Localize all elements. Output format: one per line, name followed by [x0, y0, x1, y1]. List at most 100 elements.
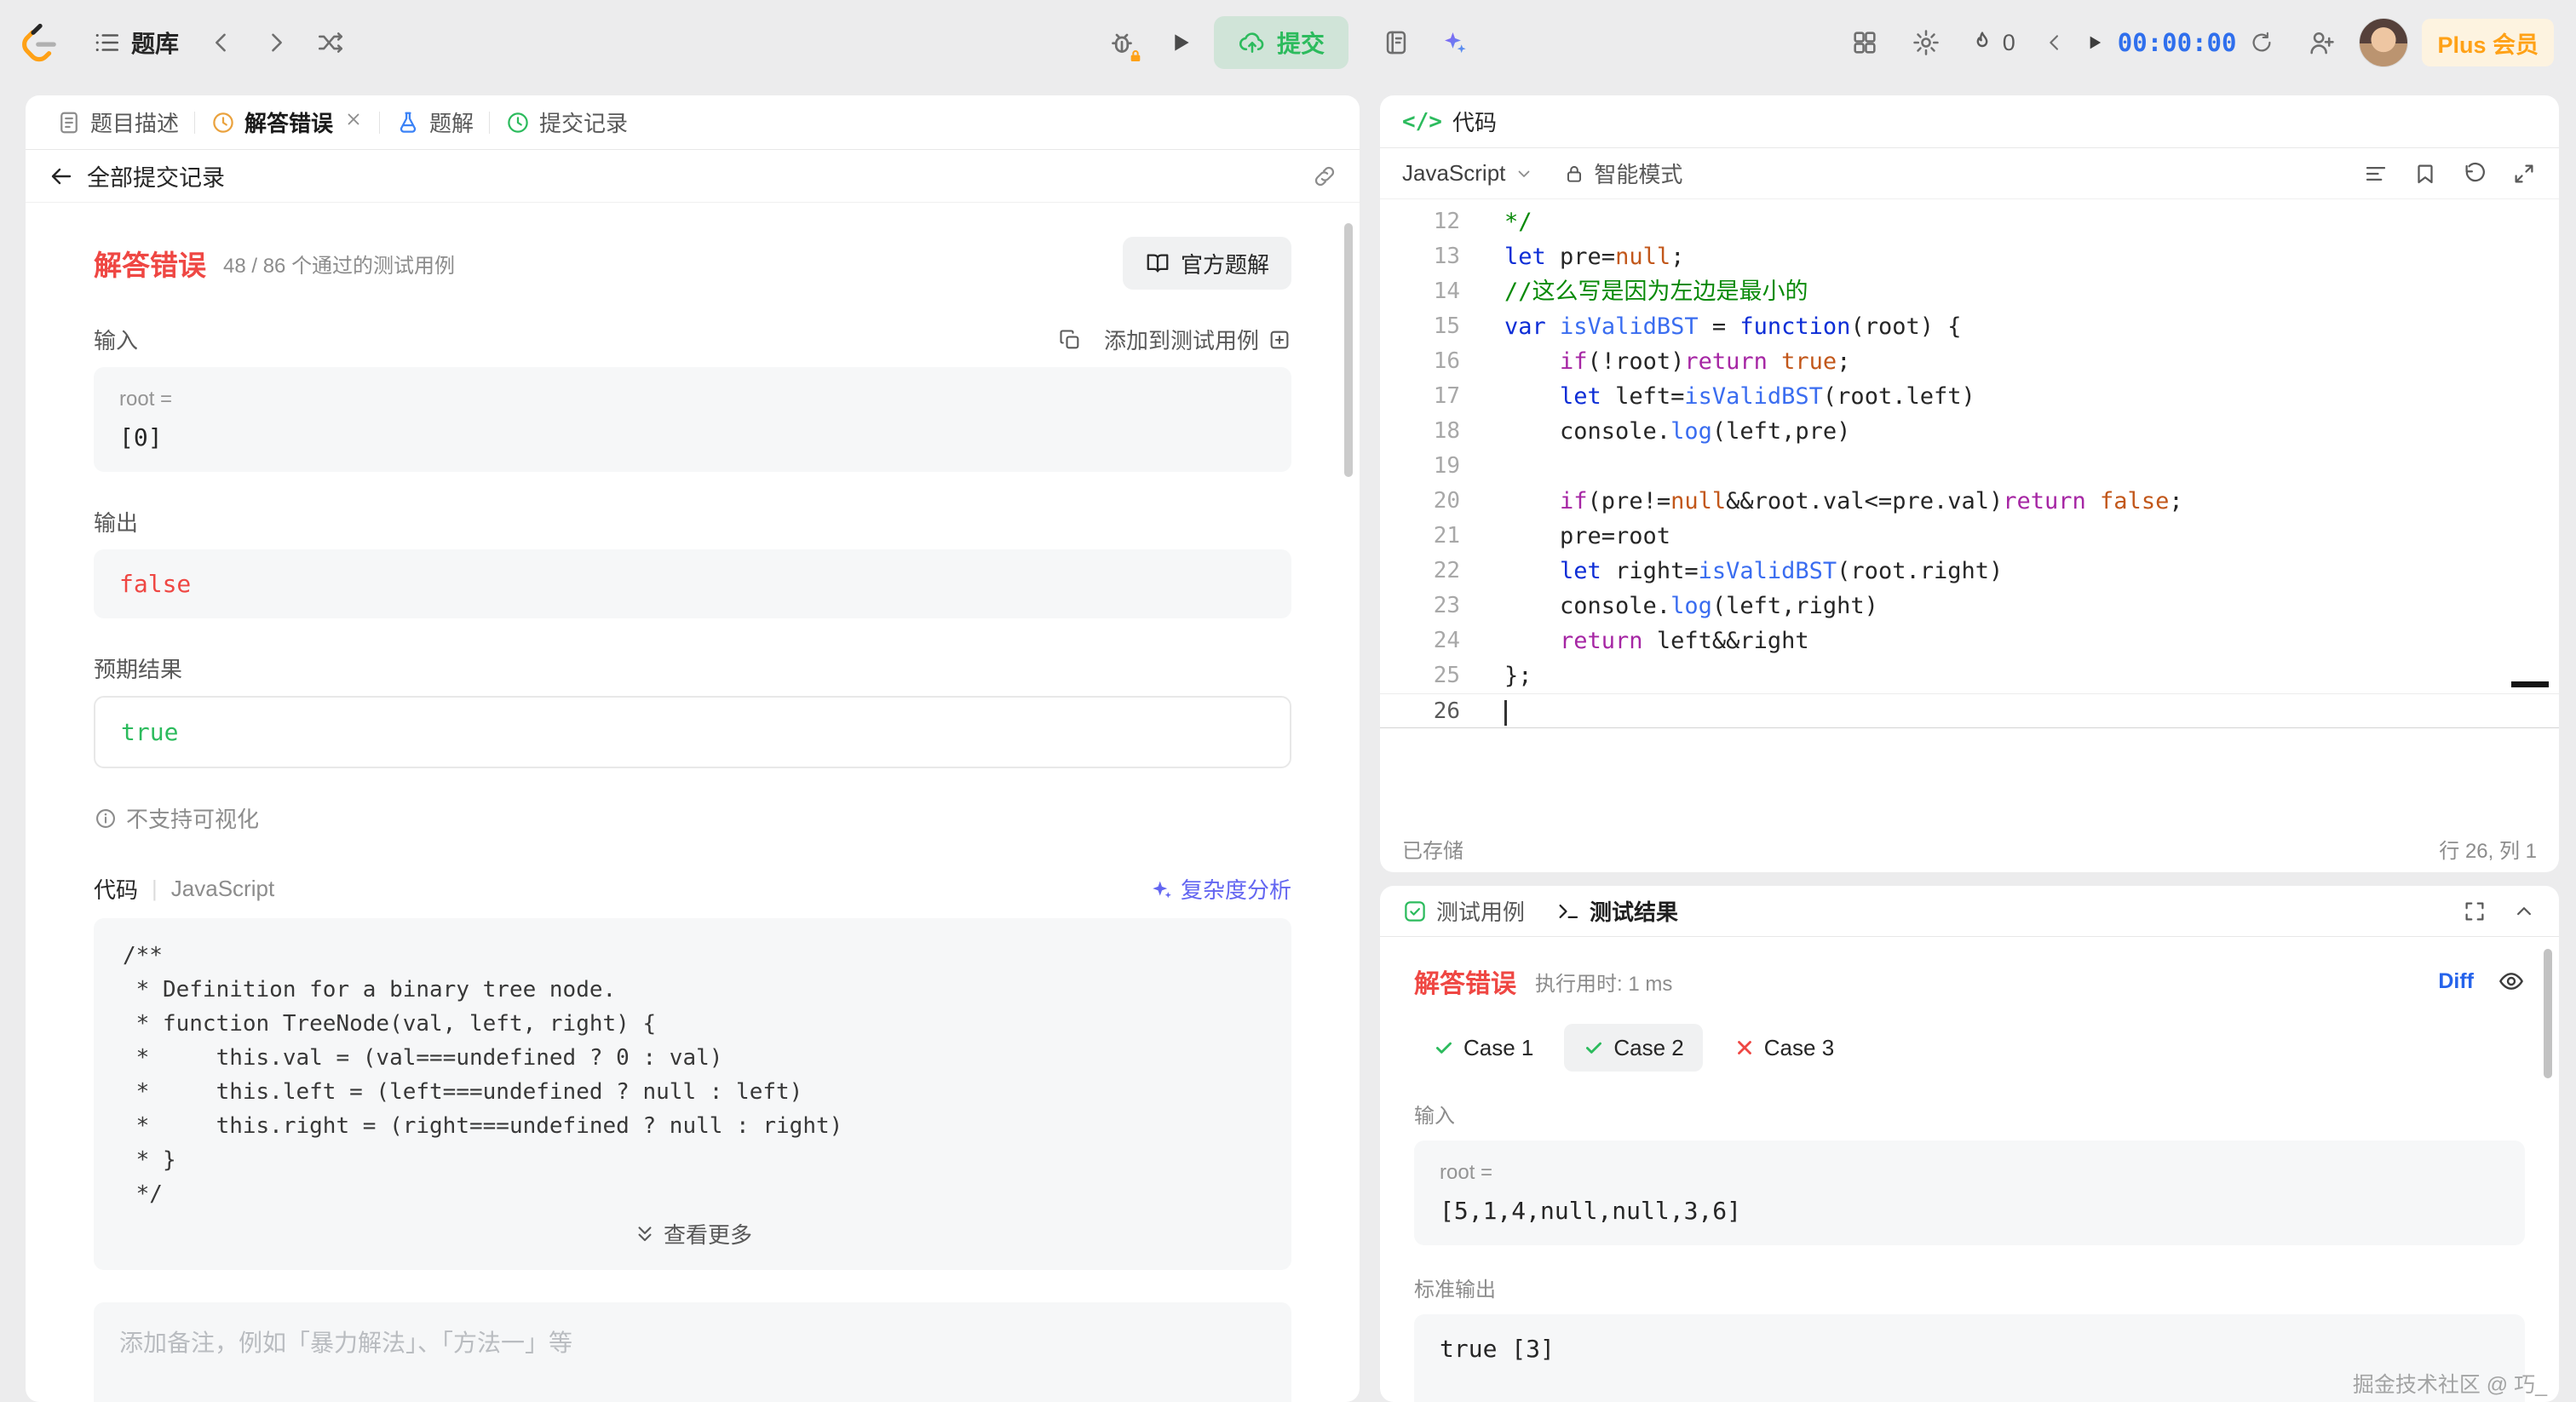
test-panel-scrollbar[interactable]	[2544, 949, 2552, 1078]
editor-line-18[interactable]: 18 console.log(left,pre)	[1380, 414, 2559, 449]
editor-line-21[interactable]: 21 pre=root	[1380, 519, 2559, 554]
collapse-test-panel-button[interactable]	[2511, 899, 2537, 924]
tab-submissions[interactable]: 提交记录	[490, 95, 643, 149]
submit-button[interactable]: 提交	[1214, 16, 1348, 69]
line-number: 25	[1380, 658, 1482, 693]
submit-label: 提交	[1277, 26, 1325, 60]
language-select[interactable]: JavaScript	[1402, 160, 1534, 187]
chevron-left-icon	[2043, 31, 2067, 55]
input-label: 输入	[94, 324, 138, 355]
history-back-button[interactable]	[198, 19, 245, 66]
undo-icon	[2462, 161, 2487, 187]
avatar[interactable]	[2359, 18, 2408, 67]
editor-line-19[interactable]: 19	[1380, 449, 2559, 484]
case-3-tab[interactable]: Case 3	[1715, 1024, 1853, 1072]
tab-testcase-label: 测试用例	[1436, 895, 1525, 927]
timer-collapse-button[interactable]	[2039, 19, 2070, 66]
book-open-icon	[1145, 250, 1170, 276]
run-button[interactable]	[1156, 19, 1204, 66]
editor-line-15[interactable]: 15var isValidBST = function(root) {	[1380, 309, 2559, 344]
editor-line-13[interactable]: 13let pre=null;	[1380, 239, 2559, 274]
complexity-analysis-button[interactable]: 复杂度分析	[1148, 873, 1291, 905]
left-panel-scrollbar[interactable]	[1344, 223, 1353, 477]
case-2-tab[interactable]: Case 2	[1564, 1024, 1702, 1072]
debug-button[interactable]	[1098, 19, 1146, 66]
tab-submission-result[interactable]: 解答错误	[195, 95, 379, 149]
grid-layout-icon	[1850, 28, 1879, 57]
bookmark-button[interactable]	[2412, 161, 2438, 187]
diff-button[interactable]: Diff	[2438, 969, 2474, 994]
language-selected: JavaScript	[1402, 160, 1505, 187]
line-number: 18	[1380, 414, 1482, 449]
random-problem-button[interactable]	[307, 19, 354, 66]
editor-line-25[interactable]: 25};	[1380, 658, 2559, 693]
play-icon	[2083, 32, 2105, 54]
official-solution-button[interactable]: 官方题解	[1123, 237, 1291, 290]
flask-icon	[395, 110, 421, 135]
history-forward-button[interactable]	[252, 19, 300, 66]
nav-run-group: 提交	[1098, 0, 1478, 85]
cloud-upload-icon	[1238, 28, 1267, 57]
ai-assistant-button[interactable]	[1430, 19, 1478, 66]
problem-bank-button[interactable]: 题库	[80, 19, 191, 66]
note-input[interactable]	[94, 1302, 1291, 1402]
add-to-testcase-button[interactable]: 添加到测试用例	[1104, 324, 1291, 355]
plus-membership-badge[interactable]: Plus 会员	[2422, 19, 2554, 66]
fullscreen-editor-button[interactable]	[2511, 161, 2537, 187]
bookmark-icon	[2412, 161, 2438, 187]
case-label: Case 3	[1764, 1035, 1834, 1061]
terminal-icon	[1555, 899, 1581, 924]
left-tab-bar: 题目描述 解答错误 题解 提交记录	[26, 95, 1360, 150]
daily-streak-button[interactable]: 0	[1964, 29, 2021, 56]
case-1-tab[interactable]: Case 1	[1414, 1024, 1552, 1072]
visibility-toggle-button[interactable]	[2498, 968, 2525, 995]
editor-line-22[interactable]: 22 let right=isValidBST(root.right)	[1380, 554, 2559, 589]
input-section-header: 输入 添加到测试用例	[94, 324, 1291, 355]
reset-code-button[interactable]	[2462, 161, 2487, 187]
editor-line-16[interactable]: 16 if(!root)return true;	[1380, 344, 2559, 379]
overview-cursor-marker	[2511, 681, 2549, 687]
chevron-right-icon	[262, 28, 290, 57]
refresh-icon	[2249, 30, 2274, 55]
tab-label: 解答错误	[244, 106, 333, 138]
line-content: };	[1482, 658, 1532, 693]
sparkles-icon	[1439, 27, 1469, 58]
layout-button[interactable]	[1841, 19, 1889, 66]
notes-button[interactable]	[1372, 19, 1420, 66]
editor-line-26[interactable]: 26	[1380, 693, 2559, 728]
copy-input-button[interactable]	[1058, 328, 1082, 352]
text-cursor	[1504, 700, 1507, 726]
format-code-button[interactable]	[2363, 161, 2389, 187]
editor-line-17[interactable]: 17 let left=isValidBST(root.left)	[1380, 379, 2559, 414]
result-actions: Diff	[2438, 968, 2525, 995]
line-content: */	[1482, 204, 1532, 239]
tab-test-result[interactable]: 测试结果	[1555, 895, 1678, 927]
editor-line-23[interactable]: 23 console.log(left,right)	[1380, 589, 2559, 623]
timer-reset-button[interactable]	[2245, 19, 2279, 66]
leetcode-logo[interactable]	[22, 20, 61, 65]
tab-problem-description[interactable]: 题目描述	[41, 95, 194, 149]
view-more-button[interactable]: 查看更多	[123, 1218, 1262, 1250]
invite-collaborator-button[interactable]	[2297, 19, 2345, 66]
user-plus-icon	[2307, 28, 2336, 57]
expand-test-panel-button[interactable]	[2462, 899, 2487, 924]
tab-testcase[interactable]: 测试用例	[1402, 895, 1525, 927]
verdict-stats: 48 / 86 个通过的测试用例	[223, 249, 455, 279]
line-number: 21	[1380, 519, 1482, 554]
close-tab-icon[interactable]	[343, 109, 364, 135]
shuffle-icon	[316, 28, 345, 57]
editor-line-24[interactable]: 24 return left&&right	[1380, 623, 2559, 658]
input-value-box: root = [0]	[94, 367, 1291, 472]
x-icon	[1734, 1037, 1756, 1059]
timer-play-button[interactable]	[2079, 19, 2109, 66]
editor-line-14[interactable]: 14//这么写是因为左边是最小的	[1380, 274, 2559, 309]
back-button[interactable]	[48, 163, 75, 190]
editor-body[interactable]: 12*/13let pre=null;14//这么写是因为左边是最小的15var…	[1380, 199, 2559, 825]
test-header-icons	[2462, 899, 2537, 924]
copy-link-button[interactable]	[1312, 164, 1337, 189]
settings-button[interactable]	[1902, 19, 1950, 66]
tab-solutions[interactable]: 题解	[380, 95, 489, 149]
editor-line-20[interactable]: 20 if(pre!=null&&root.val<=pre.val)retur…	[1380, 484, 2559, 519]
editor-line-12[interactable]: 12*/	[1380, 204, 2559, 239]
smart-mode-toggle[interactable]: 智能模式	[1563, 158, 1682, 189]
